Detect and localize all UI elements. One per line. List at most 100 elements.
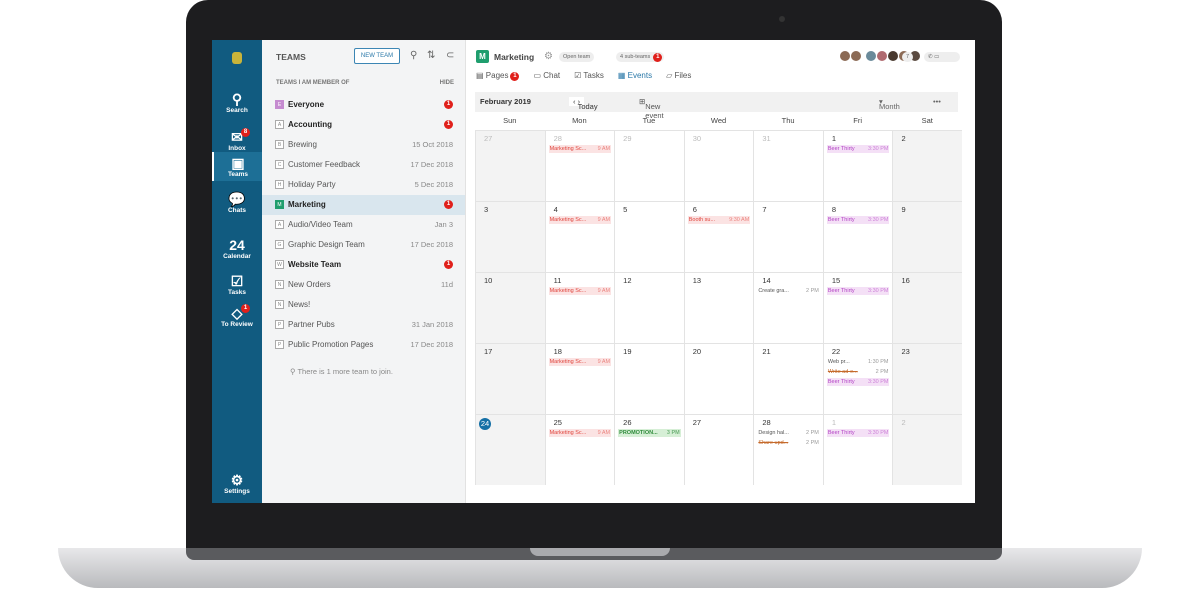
open-team-pill[interactable]: Open team — [559, 52, 595, 62]
search-icon[interactable]: ⚲ — [410, 50, 417, 61]
gear-icon[interactable]: ⚙ — [544, 51, 553, 62]
rail-chats[interactable]: 💬 Chats — [212, 188, 262, 217]
team-row[interactable]: W Website Team 1 — [262, 255, 465, 275]
day-cell[interactable]: 2 — [892, 414, 963, 485]
day-cell[interactable]: 23 — [892, 343, 963, 414]
rail-settings[interactable]: ⚙ Settings — [212, 472, 262, 495]
day-cell[interactable]: 1 Beer Thirty 3:30 PM — [822, 414, 893, 485]
day-cell[interactable]: 12 — [614, 272, 684, 343]
day-cell[interactable]: 17 — [475, 343, 545, 414]
tab-tasks[interactable]: ☑ Tasks — [574, 71, 604, 82]
calendar-event[interactable]: Share upd... 2 PM — [757, 439, 820, 447]
team-row[interactable]: G Graphic Design Team 17 Dec 2018 — [262, 235, 465, 255]
day-cell[interactable]: 2 — [892, 130, 963, 201]
calendar-event[interactable]: Beer Thirty 3:30 PM — [826, 145, 890, 153]
day-cell[interactable]: 21 — [753, 343, 823, 414]
day-cell[interactable]: 29 — [614, 130, 684, 201]
day-cell[interactable]: 25 Marketing Sc... 9 AM — [544, 414, 615, 485]
new-team-button[interactable]: NEW TEAM — [354, 48, 400, 64]
day-cell[interactable]: 27 — [683, 414, 754, 485]
calendar-event[interactable]: Marketing Sc... 9 AM — [548, 358, 612, 366]
day-cell[interactable]: 28 Marketing Sc... 9 AM — [544, 130, 615, 201]
rail-tasks[interactable]: ☑ Tasks — [212, 270, 262, 299]
team-row[interactable]: B Brewing 15 Oct 2018 — [262, 135, 465, 155]
tasks-icon: ☑ — [230, 273, 244, 289]
day-cell[interactable]: 20 — [683, 343, 754, 414]
collapse-icon[interactable]: ⊂ — [446, 50, 454, 61]
tab-chat[interactable]: ▭ Chat — [533, 71, 560, 82]
day-cell[interactable]: 27 — [475, 130, 545, 201]
calendar-event[interactable]: Write ad-e... 2 PM — [827, 368, 890, 376]
subteams-pill[interactable]: 4 sub-teams 1 — [616, 52, 665, 62]
day-cell[interactable]: 14 Create gra... 2 PM — [753, 272, 823, 343]
day-cell[interactable]: 5 — [614, 201, 684, 272]
day-cell[interactable]: 11 Marketing Sc... 9 AM — [544, 272, 615, 343]
event-title: Share upd... — [758, 440, 789, 446]
team-row[interactable]: C Customer Feedback 17 Dec 2018 — [262, 155, 465, 175]
calendar-event[interactable]: Marketing Sc... 9 AM — [548, 145, 612, 153]
day-cell[interactable]: 10 — [475, 272, 545, 343]
event-title: Marketing Sc... — [549, 359, 587, 365]
day-number: 17 — [484, 347, 493, 356]
day-cell[interactable]: 6 Booth su... 9:30 AM — [683, 201, 754, 272]
day-cell[interactable]: 4 Marketing Sc... 9 AM — [544, 201, 615, 272]
week-row: 17 18 Marketing Sc... 9 AM 19 20 21 22 Web pr...… — [475, 343, 963, 414]
day-cell[interactable]: 3 — [475, 201, 545, 272]
tab-pages[interactable]: ▤ Pages 1 — [476, 71, 520, 82]
team-row[interactable]: A Audio/Video Team Jan 3 — [262, 215, 465, 235]
tab-files[interactable]: ▱ Files — [666, 71, 691, 82]
calendar-grid: Sun Mon Tue Wed Thu Fri Sat 27 28 Marketing Sc..… — [475, 116, 963, 485]
day-cell[interactable]: 13 — [683, 272, 754, 343]
call-button[interactable]: ✆ ▭ — [924, 52, 960, 62]
calendar-event[interactable]: Beer Thirty 3:30 PM — [826, 287, 890, 295]
team-row[interactable]: N News! — [262, 295, 465, 315]
rail-to-review[interactable]: ◇ To Review 1 — [212, 302, 262, 331]
team-row[interactable]: P Partner Pubs 31 Jan 2018 — [262, 315, 465, 335]
event-title: Design hal... — [758, 430, 789, 436]
calendar-event[interactable]: Beer Thirty 3:30 PM — [826, 216, 890, 224]
day-cell[interactable]: 31 — [753, 130, 823, 201]
team-row[interactable]: E Everyone 1 — [262, 95, 465, 115]
members-count[interactable]: 7 — [902, 52, 914, 62]
day-cell[interactable]: 18 Marketing Sc... 9 AM — [544, 343, 615, 414]
sort-icon[interactable]: ⇅ — [427, 50, 435, 61]
team-row[interactable]: A Accounting 1 — [262, 115, 465, 135]
day-cell[interactable]: 30 — [683, 130, 754, 201]
calendar-event[interactable]: Web pr... 1:30 PM — [827, 358, 890, 366]
team-row[interactable]: M Marketing 1 — [262, 195, 465, 215]
hide-link[interactable]: HIDE — [440, 80, 454, 86]
day-cell[interactable]: 1 Beer Thirty 3:30 PM — [822, 130, 893, 201]
team-row[interactable]: H Holiday Party 5 Dec 2018 — [262, 175, 465, 195]
calendar-event[interactable]: PROMOTION... 3 PM — [618, 429, 681, 437]
calendar-event[interactable]: Design hal... 2 PM — [757, 429, 820, 437]
calendar-event[interactable]: Beer Thirty 3:30 PM — [826, 378, 890, 386]
new-event-button[interactable]: ⊞ New event — [639, 97, 664, 120]
day-cell[interactable]: 8 Beer Thirty 3:30 PM — [822, 201, 893, 272]
team-row[interactable]: N New Orders 11d — [262, 275, 465, 295]
day-cell[interactable]: 22 Web pr... 1:30 PM Write ad-e... 2 PM Beer … — [822, 343, 893, 414]
calendar-event[interactable]: Marketing Sc... 9 AM — [548, 287, 612, 295]
team-row[interactable]: P Public Promotion Pages 17 Dec 2018 — [262, 335, 465, 355]
day-cell[interactable]: 24 — [475, 414, 545, 485]
join-more-teams[interactable]: ⚲ There is 1 more team to join. — [290, 367, 393, 376]
calendar-event[interactable]: Beer Thirty 3:30 PM — [826, 429, 890, 437]
rail-search[interactable]: ⚲ Search — [212, 88, 262, 117]
today-nav[interactable]: ‹ Today › — [569, 97, 598, 111]
day-cell[interactable]: 28 Design hal... 2 PM Share upd... 2 PM — [753, 414, 823, 485]
day-cell[interactable]: 7 — [753, 201, 823, 272]
calendar-event[interactable]: Create gra... 2 PM — [757, 287, 820, 295]
calendar-event[interactable]: Marketing Sc... 9 AM — [548, 429, 612, 437]
day-cell[interactable]: 16 — [892, 272, 963, 343]
calendar-event[interactable]: Booth su... 9:30 AM — [687, 216, 751, 224]
more-button[interactable]: ••• — [933, 97, 941, 106]
day-cell[interactable]: 15 Beer Thirty 3:30 PM — [822, 272, 893, 343]
tab-events[interactable]: ▦ Events — [618, 71, 652, 82]
day-cell[interactable]: 19 — [614, 343, 684, 414]
rail-calendar[interactable]: 24 Calendar — [212, 234, 262, 263]
rail-inbox[interactable]: ✉ Inbox 8 — [212, 126, 262, 155]
calendar-event[interactable]: Marketing Sc... 9 AM — [548, 216, 612, 224]
day-cell[interactable]: 26 PROMOTION... 3 PM — [614, 414, 684, 485]
rail-teams[interactable]: ▣ Teams — [212, 152, 262, 181]
view-select[interactable]: Month ▾ — [879, 97, 900, 111]
day-cell[interactable]: 9 — [892, 201, 963, 272]
